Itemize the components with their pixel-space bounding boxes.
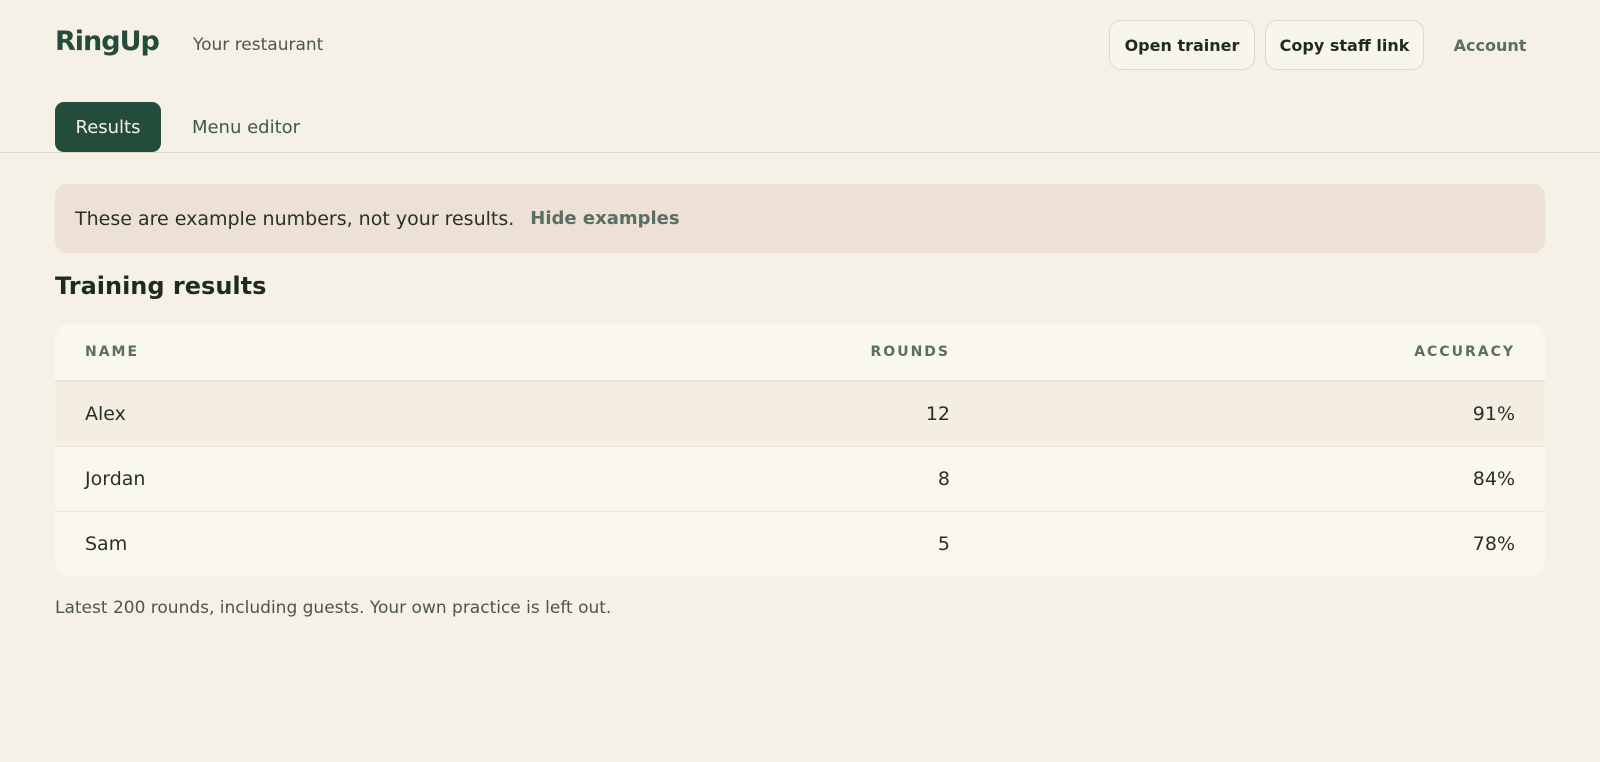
row-name: Jordan [85, 468, 146, 490]
column-header-accuracy[interactable]: ACCURACY [1414, 344, 1515, 360]
account-link[interactable]: Account [1436, 20, 1544, 70]
row-name: Sam [85, 533, 128, 555]
table-footnote: Latest 200 rounds, including guests. You… [55, 598, 612, 618]
row-name: Alex [85, 403, 126, 425]
row-rounds: 5 [937, 533, 950, 555]
table-row[interactable]: Alex 12 91% [55, 381, 1545, 446]
row-rounds: 12 [925, 403, 950, 425]
results-table: NAME ROUNDS ACCURACY Alex 12 91% Jordan … [55, 324, 1545, 576]
example-banner: These are example numbers, not your resu… [55, 184, 1545, 253]
brand-logo[interactable]: RingUp [55, 26, 160, 57]
column-header-rounds[interactable]: ROUNDS [871, 344, 950, 360]
banner-text: These are example numbers, not your resu… [75, 207, 515, 230]
column-header-name[interactable]: NAME [85, 344, 139, 360]
restaurant-name: Your restaurant [193, 35, 324, 55]
table-row[interactable]: Sam 5 78% [55, 511, 1545, 576]
table-row[interactable]: Jordan 8 84% [55, 446, 1545, 511]
row-accuracy: 91% [1472, 403, 1515, 425]
copy-staff-link-button[interactable]: Copy staff link [1265, 20, 1424, 70]
tab-results[interactable]: Results [55, 102, 161, 152]
section-title: Training results [55, 272, 267, 300]
row-accuracy: 78% [1472, 533, 1515, 555]
tab-menu-editor[interactable]: Menu editor [172, 102, 320, 152]
row-accuracy: 84% [1472, 468, 1515, 490]
row-rounds: 8 [937, 468, 950, 490]
hide-examples-button[interactable]: Hide examples [530, 208, 679, 229]
open-trainer-button[interactable]: Open trainer [1109, 20, 1255, 70]
top-header: RingUp Your restaurant Open trainer Copy… [0, 0, 1600, 90]
table-header-row: NAME ROUNDS ACCURACY [55, 324, 1545, 381]
tab-bar: Results Menu editor [0, 90, 1600, 153]
